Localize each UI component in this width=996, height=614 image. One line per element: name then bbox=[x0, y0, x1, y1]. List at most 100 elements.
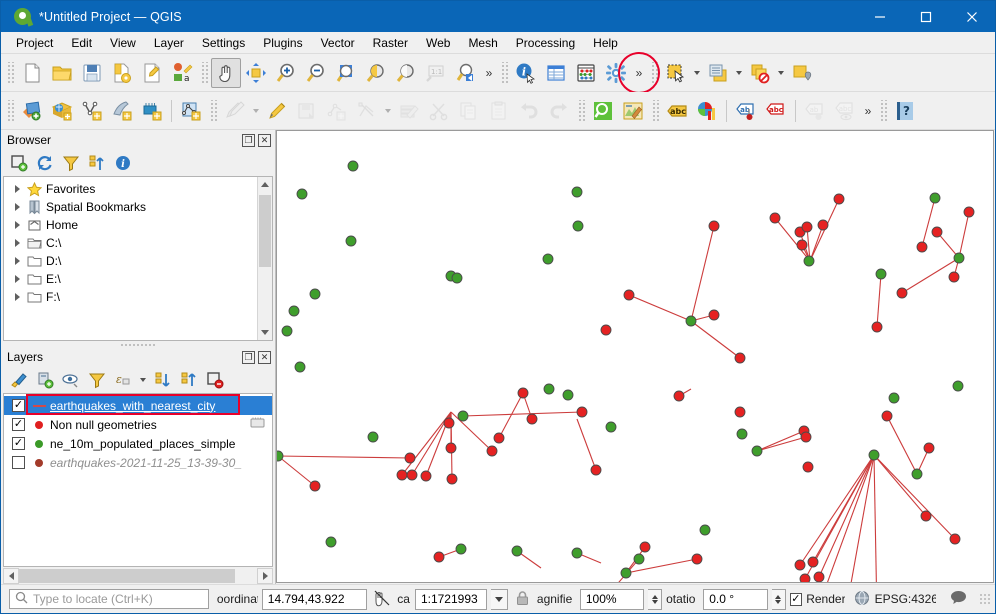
resize-grip[interactable] bbox=[979, 593, 991, 605]
browser-vertical-scrollbar[interactable] bbox=[257, 177, 272, 340]
expand-arrow-icon[interactable] bbox=[10, 203, 24, 211]
city-point[interactable] bbox=[605, 421, 617, 433]
city-point[interactable] bbox=[562, 389, 574, 401]
undo-icon[interactable] bbox=[514, 96, 544, 126]
earthquake-point[interactable] bbox=[794, 559, 806, 571]
diagram-icon[interactable] bbox=[692, 96, 722, 126]
city-point[interactable] bbox=[685, 315, 697, 327]
toolbar2-grip-5[interactable] bbox=[879, 99, 887, 122]
processing-toolbox-icon[interactable] bbox=[601, 58, 631, 88]
current-edits-icon[interactable] bbox=[220, 96, 250, 126]
city-point[interactable] bbox=[309, 288, 321, 300]
city-point[interactable] bbox=[457, 410, 469, 422]
browser-item-home[interactable]: Home bbox=[4, 216, 257, 234]
earthquake-point[interactable] bbox=[623, 289, 635, 301]
toolbar2-grip-3[interactable] bbox=[577, 99, 585, 122]
vertex-tool-dropdown[interactable] bbox=[382, 96, 394, 126]
toolbar-grip-3[interactable] bbox=[500, 61, 508, 84]
layer-visibility-checkbox[interactable]: ✓ bbox=[12, 399, 25, 412]
hscroll-right-icon[interactable] bbox=[257, 568, 273, 584]
new-print-layout-icon[interactable] bbox=[137, 58, 167, 88]
zoom-layer-icon[interactable] bbox=[391, 58, 421, 88]
earthquake-point[interactable] bbox=[590, 464, 602, 476]
add-raster-layer-icon[interactable] bbox=[47, 96, 77, 126]
open-attribute-table-icon[interactable] bbox=[541, 58, 571, 88]
earthquake-point[interactable] bbox=[931, 226, 943, 238]
menu-edit[interactable]: Edit bbox=[62, 33, 101, 53]
add-delimited-text-icon[interactable] bbox=[77, 96, 107, 126]
layers-float-button[interactable]: ❐ bbox=[242, 350, 255, 364]
refresh-icon[interactable] bbox=[33, 152, 57, 174]
expand-arrow-icon[interactable] bbox=[10, 275, 24, 283]
earthquake-point[interactable] bbox=[948, 271, 960, 283]
menu-plugins[interactable]: Plugins bbox=[254, 33, 311, 53]
toolbar1-overflow-chevron[interactable]: » bbox=[481, 58, 497, 88]
earthquake-point[interactable] bbox=[769, 212, 781, 224]
city-point[interactable] bbox=[803, 255, 815, 267]
select-features-icon[interactable] bbox=[661, 58, 691, 88]
earthquake-point[interactable] bbox=[309, 480, 321, 492]
layer-visibility-checkbox[interactable]: ✓ bbox=[12, 437, 25, 450]
redo-icon[interactable] bbox=[544, 96, 574, 126]
city-point[interactable] bbox=[736, 428, 748, 440]
layer-row[interactable]: ✓ earthquakes_with_nearest_city bbox=[4, 396, 272, 415]
layer-row[interactable]: ✓ Non null geometries bbox=[4, 415, 272, 434]
copy-features-icon[interactable] bbox=[454, 96, 484, 126]
toggle-editing-icon[interactable] bbox=[262, 96, 292, 126]
hscroll-left-icon[interactable] bbox=[3, 568, 19, 584]
add-layer-icon[interactable] bbox=[7, 152, 31, 174]
new-project-icon[interactable] bbox=[17, 58, 47, 88]
save-project-icon[interactable] bbox=[77, 58, 107, 88]
crs-label[interactable]: EPSG:4326 bbox=[875, 592, 937, 606]
cut-features-icon[interactable] bbox=[424, 96, 454, 126]
city-point[interactable] bbox=[542, 253, 554, 265]
toolbar2-grip-4[interactable] bbox=[651, 99, 659, 122]
menu-raster[interactable]: Raster bbox=[364, 33, 417, 53]
expand-arrow-icon[interactable] bbox=[10, 293, 24, 301]
city-point[interactable] bbox=[325, 536, 337, 548]
current-edits-dropdown[interactable] bbox=[250, 96, 262, 126]
zoom-native-icon[interactable]: 1:1 bbox=[421, 58, 451, 88]
earthquake-point[interactable] bbox=[493, 432, 505, 444]
new-shapefile-icon[interactable] bbox=[176, 96, 206, 126]
city-point[interactable] bbox=[296, 188, 308, 200]
expand-arrow-icon[interactable] bbox=[10, 239, 24, 247]
earthquake-point[interactable] bbox=[807, 556, 819, 568]
earthquake-point[interactable] bbox=[799, 573, 811, 583]
toolbar2-overflow-chevron[interactable]: » bbox=[860, 96, 876, 126]
city-point[interactable] bbox=[367, 431, 379, 443]
toolbar2-grip-2[interactable] bbox=[209, 99, 217, 122]
measure-icon[interactable] bbox=[787, 58, 817, 88]
earthquake-point[interactable] bbox=[420, 470, 432, 482]
earthquake-point[interactable] bbox=[833, 193, 845, 205]
maximize-button[interactable] bbox=[903, 1, 949, 32]
rotation-spinner[interactable] bbox=[771, 588, 786, 610]
expression-filter-icon[interactable]: ε bbox=[111, 369, 135, 391]
pin-labels-icon[interactable]: ab bbox=[731, 96, 761, 126]
earthquake-point[interactable] bbox=[871, 321, 883, 333]
layer-visibility-checkbox[interactable]: ✓ bbox=[12, 418, 25, 431]
scale-field[interactable]: 1:1721993 bbox=[414, 588, 488, 610]
help-icon[interactable]: ? bbox=[890, 96, 920, 126]
city-point[interactable] bbox=[455, 543, 467, 555]
magnifier-spinner[interactable] bbox=[648, 588, 663, 610]
scroll-up-icon[interactable] bbox=[258, 177, 272, 192]
lock-icon[interactable] bbox=[512, 590, 533, 609]
city-point[interactable] bbox=[868, 449, 880, 461]
earthquake-point[interactable] bbox=[881, 410, 893, 422]
expand-arrow-icon[interactable] bbox=[10, 221, 24, 229]
earthquake-point[interactable] bbox=[443, 417, 455, 429]
city-point[interactable] bbox=[888, 392, 900, 404]
earthquake-point[interactable] bbox=[406, 469, 418, 481]
open-project-icon[interactable] bbox=[47, 58, 77, 88]
earthquake-point[interactable] bbox=[813, 571, 825, 582]
city-point[interactable] bbox=[911, 468, 923, 480]
earthquake-point[interactable] bbox=[734, 352, 746, 364]
earthquake-point[interactable] bbox=[708, 309, 720, 321]
magnifier-field[interactable]: 100% bbox=[579, 588, 645, 610]
move-label-icon[interactable]: ab bbox=[800, 96, 830, 126]
expand-arrow-icon[interactable] bbox=[10, 257, 24, 265]
vertex-tool-icon[interactable] bbox=[352, 96, 382, 126]
pan-map-icon[interactable] bbox=[211, 57, 241, 88]
editable-icon[interactable] bbox=[249, 415, 266, 430]
